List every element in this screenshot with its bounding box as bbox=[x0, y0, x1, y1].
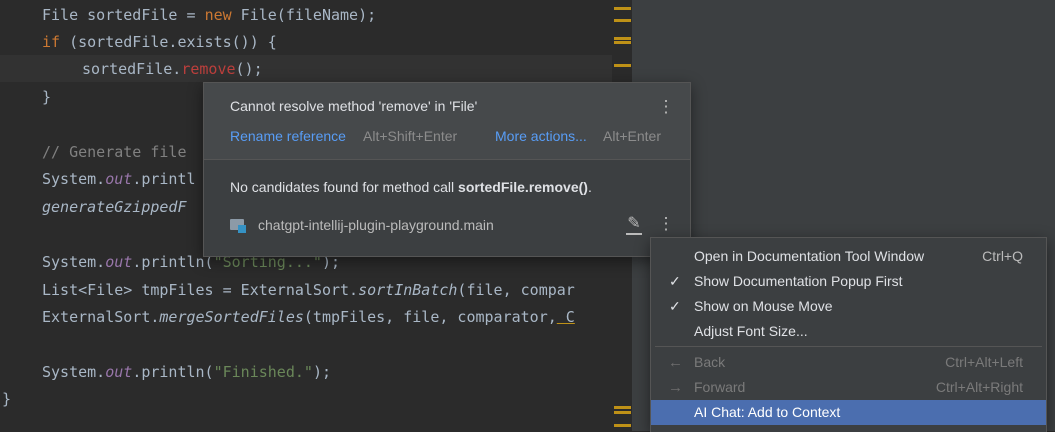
checkmark-icon: ✓ bbox=[669, 273, 681, 289]
code-line-5[interactable]: // Generate file bbox=[42, 139, 187, 166]
menu-item-show-on-mouse-move[interactable]: ✓ Show on Mouse Move bbox=[651, 294, 1046, 319]
menu-item-back[interactable]: ← Back Ctrl+Alt+Left bbox=[651, 350, 1046, 375]
code-line-9[interactable]: List<File> tmpFiles = ExternalSort.sortI… bbox=[42, 277, 575, 304]
more-actions-link[interactable]: More actions... bbox=[495, 128, 587, 144]
menu-item-show-popup-first[interactable]: ✓ Show Documentation Popup First bbox=[651, 269, 1046, 294]
rename-reference-link[interactable]: Rename reference bbox=[230, 128, 346, 144]
warning-mark[interactable] bbox=[614, 41, 631, 44]
code-line-11[interactable]: System.out.println("Finished."); bbox=[42, 359, 331, 386]
code-line-7[interactable]: generateGzippedF bbox=[42, 194, 187, 221]
module-folder-icon bbox=[230, 217, 246, 233]
arrow-right-icon: → bbox=[668, 379, 683, 396]
menu-item-adjust-font-size[interactable]: Adjust Font Size... bbox=[651, 319, 1046, 344]
error-message: Cannot resolve method 'remove' in 'File' bbox=[230, 98, 478, 114]
code-line-4[interactable]: } bbox=[42, 84, 51, 111]
more-options-icon[interactable]: ⋮ bbox=[656, 96, 676, 118]
edit-source-icon[interactable]: ✎ bbox=[624, 213, 644, 235]
warning-mark[interactable] bbox=[614, 411, 631, 414]
documentation-text: No candidates found for method call sort… bbox=[230, 179, 592, 195]
documentation-options-icon[interactable]: ⋮ bbox=[656, 213, 676, 235]
code-line-2[interactable]: if (sortedFile.exists()) { bbox=[42, 29, 277, 56]
checkmark-icon: ✓ bbox=[669, 298, 681, 314]
code-line-6[interactable]: System.out.printl bbox=[42, 166, 196, 193]
warning-mark[interactable] bbox=[614, 37, 631, 40]
documentation-options-menu: Open in Documentation Tool Window Ctrl+Q … bbox=[650, 237, 1047, 432]
warning-mark[interactable] bbox=[614, 19, 631, 22]
code-line-3[interactable]: sortedFile.remove(); bbox=[82, 56, 263, 83]
rename-shortcut: Alt+Shift+Enter bbox=[363, 128, 458, 144]
error-tooltip-popup: Cannot resolve method 'remove' in 'File'… bbox=[203, 82, 691, 257]
popup-header: Cannot resolve method 'remove' in 'File'… bbox=[204, 83, 690, 160]
unresolved-method: remove bbox=[181, 60, 236, 78]
warning-mark[interactable] bbox=[614, 424, 631, 427]
code-line-1[interactable]: File sortedFile = new File(fileName); bbox=[42, 2, 376, 29]
warning-mark[interactable] bbox=[614, 7, 631, 10]
menu-separator bbox=[655, 346, 1042, 347]
warning-mark[interactable] bbox=[614, 406, 631, 409]
menu-item-open-in-tool-window[interactable]: Open in Documentation Tool Window Ctrl+Q bbox=[651, 244, 1046, 269]
code-line-12[interactable]: } bbox=[2, 386, 11, 413]
module-name: chatgpt-intellij-plugin-playground.main bbox=[258, 217, 494, 233]
edit-icon-underline bbox=[626, 233, 642, 235]
arrow-left-icon: ← bbox=[668, 354, 683, 371]
code-line-10[interactable]: ExternalSort.mergeSortedFiles(tmpFiles, … bbox=[42, 304, 575, 331]
warning-mark[interactable] bbox=[614, 64, 631, 67]
menu-item-ai-chat-add-to-context[interactable]: AI Chat: Add to Context bbox=[651, 400, 1046, 425]
more-actions-shortcut: Alt+Enter bbox=[603, 128, 661, 144]
menu-item-forward[interactable]: → Forward Ctrl+Alt+Right bbox=[651, 375, 1046, 400]
